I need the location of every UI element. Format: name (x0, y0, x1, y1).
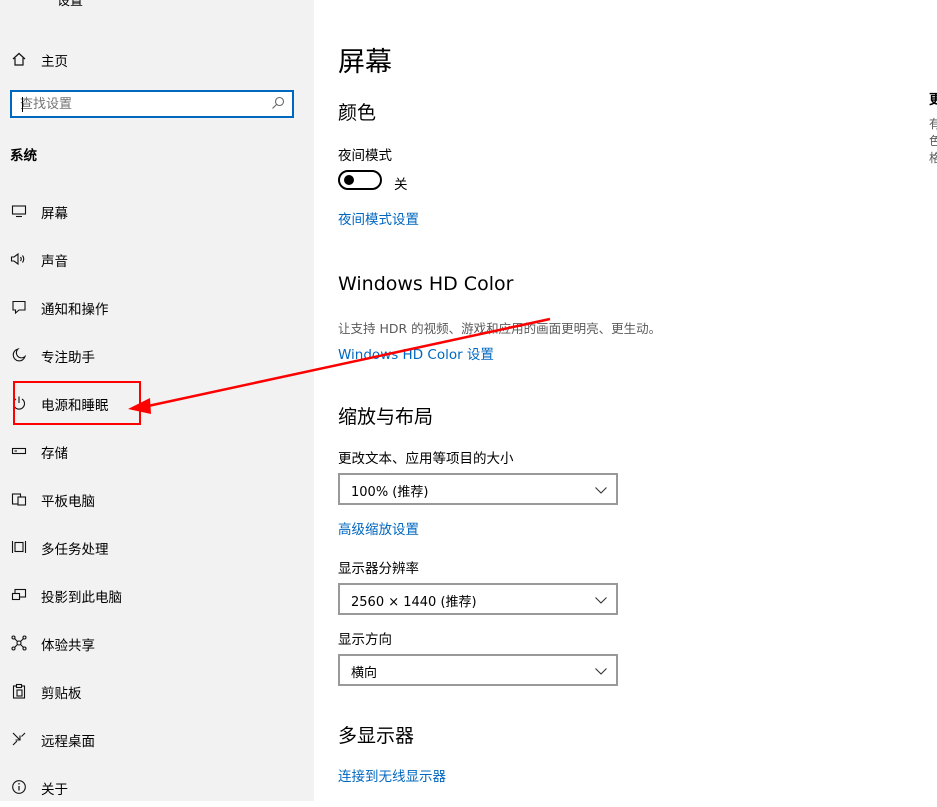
back-arrow-icon[interactable]: ← (11, 0, 23, 5)
page-title: 屏幕 (338, 47, 392, 78)
search-input[interactable] (20, 95, 260, 113)
orientation-dropdown[interactable]: 横向 (338, 654, 618, 686)
section-title: 系统 (10, 148, 37, 164)
sidebar-item-label: 通知和操作 (41, 302, 109, 318)
project-icon (10, 586, 28, 604)
sidebar-item-project[interactable]: 投影到此电脑 (0, 575, 314, 615)
moon-icon (10, 346, 28, 364)
highlight-box (13, 381, 141, 425)
window-title: 设置 (57, 0, 84, 9)
chevron-down-icon (594, 663, 608, 677)
sidebar-item-label: 远程桌面 (41, 734, 95, 750)
text-cursor (22, 97, 23, 112)
notification-icon (10, 298, 28, 316)
home-label: 主页 (41, 54, 68, 70)
orientation-value: 横向 (351, 666, 378, 681)
search-box[interactable] (10, 90, 294, 118)
sidebar-item-focus-assist[interactable]: 专注助手 (0, 335, 314, 375)
sidebar-item-label: 声音 (41, 254, 68, 270)
advanced-scaling-link[interactable]: 高级缩放设置 (338, 518, 419, 538)
sidebar-item-label: 屏幕 (41, 206, 68, 222)
search-icon[interactable] (270, 95, 286, 111)
monitor-icon (10, 202, 28, 220)
main-content: 屏幕 颜色 夜间模式 关 夜间模式设置 Windows HD Color 让支持… (314, 0, 937, 801)
sidebar-item-sound[interactable]: 声音 (0, 239, 314, 279)
related-title: 更 (929, 92, 937, 108)
scale-dropdown[interactable]: 100% (推荐) (338, 473, 618, 505)
tablet-icon (10, 490, 28, 508)
resolution-value: 2560 × 1440 (推荐) (351, 595, 477, 610)
scale-label: 更改文本、应用等项目的大小 (338, 451, 514, 467)
sidebar-item-remote-desktop[interactable]: 远程桌面 (0, 719, 314, 759)
chevron-down-icon (594, 482, 608, 496)
scale-heading: 缩放与布局 (338, 406, 434, 428)
scale-value: 100% (推荐) (351, 485, 429, 500)
night-light-state: 关 (394, 177, 408, 193)
hdr-description: 让支持 HDR 的视频、游戏和应用的画面更明亮、更生动。 (338, 321, 662, 336)
toggle-knob (344, 175, 354, 185)
night-light-settings-link[interactable]: 夜间模式设置 (338, 208, 419, 228)
speaker-icon (10, 250, 28, 268)
connect-wireless-display-link[interactable]: 连接到无线显示器 (338, 765, 446, 785)
clipboard-icon (10, 682, 28, 700)
orientation-label: 显示方向 (338, 632, 392, 648)
related-line: 有 (929, 117, 937, 131)
home-item[interactable]: 主页 (0, 46, 314, 72)
sidebar-item-label: 平板电脑 (41, 494, 95, 510)
sidebar-item-label: 专注助手 (41, 350, 95, 366)
hdr-settings-link[interactable]: Windows HD Color 设置 (338, 343, 494, 363)
multitask-icon (10, 538, 28, 556)
sidebar-item-tablet[interactable]: 平板电脑 (0, 479, 314, 519)
sidebar-item-label: 存储 (41, 446, 68, 462)
sidebar-item-about[interactable]: 关于 (0, 767, 314, 807)
sidebar-item-notifications[interactable]: 通知和操作 (0, 287, 314, 327)
home-icon (10, 50, 28, 68)
sidebar-item-display[interactable]: 屏幕 (0, 191, 314, 231)
related-line: 格 (929, 151, 937, 165)
multi-display-heading: 多显示器 (338, 725, 415, 747)
resolution-dropdown[interactable]: 2560 × 1440 (推荐) (338, 583, 618, 615)
title-bar: ← 设置 (0, 0, 314, 12)
info-icon (10, 778, 28, 796)
sidebar-item-storage[interactable]: 存储 (0, 431, 314, 471)
sidebar-item-clipboard[interactable]: 剪贴板 (0, 671, 314, 711)
night-light-label: 夜间模式 (338, 148, 392, 164)
sidebar-item-multitasking[interactable]: 多任务处理 (0, 527, 314, 567)
sidebar-item-label: 剪贴板 (41, 686, 82, 702)
sidebar: ← 设置 主页 系统 屏幕 声音 通知和操作 (0, 0, 314, 801)
sidebar-item-shared-experiences[interactable]: 体验共享 (0, 623, 314, 663)
remote-icon (10, 730, 28, 748)
color-heading: 颜色 (338, 102, 377, 124)
related-settings-panel: 更 有 色 格 (929, 88, 937, 166)
share-icon (10, 634, 28, 652)
night-light-toggle[interactable] (338, 170, 382, 190)
sidebar-item-label: 关于 (41, 782, 68, 798)
sidebar-item-label: 体验共享 (41, 638, 95, 654)
chevron-down-icon (594, 592, 608, 606)
related-line: 色 (929, 134, 937, 148)
storage-icon (10, 442, 28, 460)
sidebar-item-label: 投影到此电脑 (41, 590, 122, 606)
hdr-heading: Windows HD Color (338, 273, 514, 295)
sidebar-item-label: 多任务处理 (41, 542, 109, 558)
resolution-label: 显示器分辨率 (338, 561, 419, 577)
